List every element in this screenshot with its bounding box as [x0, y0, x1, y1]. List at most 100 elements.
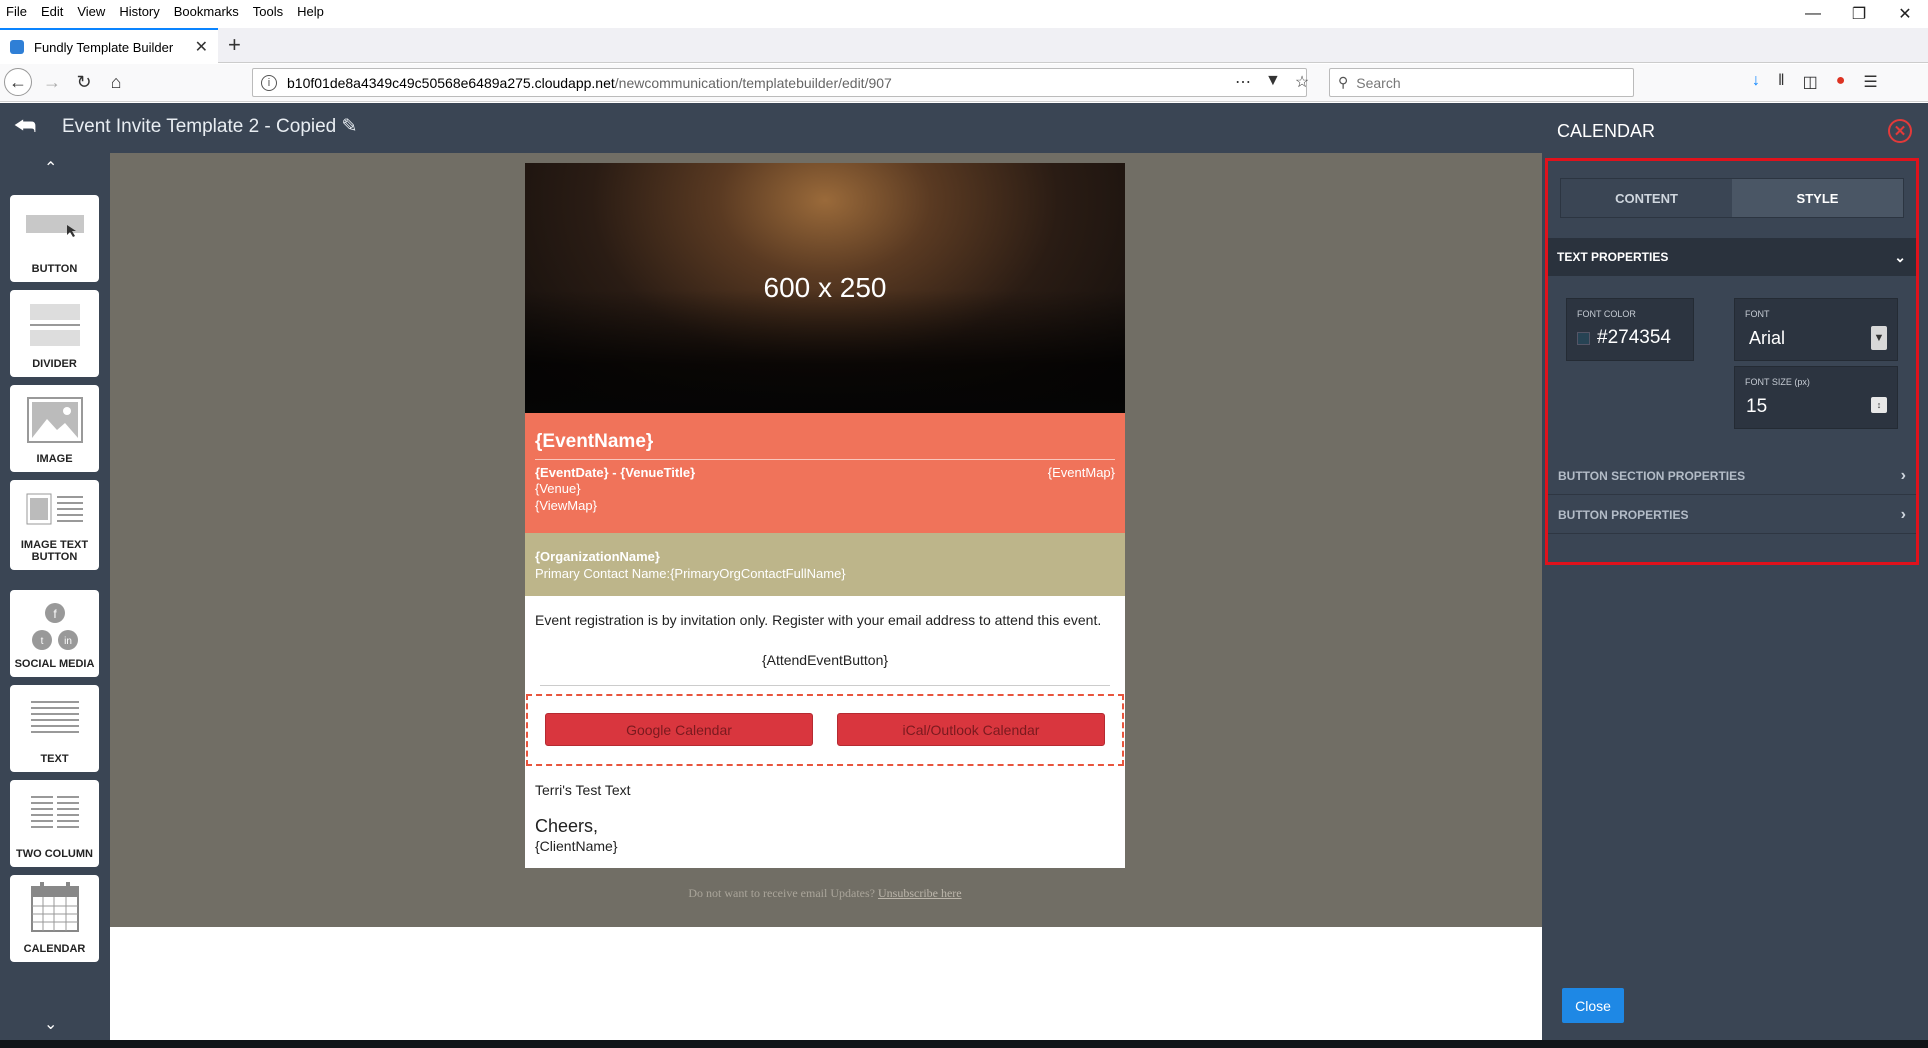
palette-button[interactable]: BUTTON: [10, 195, 99, 282]
palette-label: BUTTON: [31, 263, 78, 275]
chevron-right-icon: ›: [1900, 505, 1906, 523]
url-actions: ⋯ ▼ ☆: [1235, 72, 1309, 92]
close-window-icon[interactable]: ✕: [1882, 0, 1928, 28]
library-icon[interactable]: ‖: [1778, 72, 1785, 92]
favicon-icon: [10, 40, 24, 54]
panel-tabs: CONTENT STYLE: [1560, 178, 1904, 218]
menu-view[interactable]: View: [77, 4, 105, 19]
image-text-button-icon: [26, 493, 83, 525]
url-path: /newcommunication/templatebuilder/edit/9…: [614, 74, 892, 91]
event-name: {EventName}: [535, 431, 1115, 460]
event-venue: {Venue}: [535, 481, 581, 496]
exit-builder-icon[interactable]: ⮪: [8, 112, 42, 142]
close-button[interactable]: Close: [1562, 988, 1624, 1023]
font-color-value: #274354: [1597, 327, 1671, 348]
toolbar-icons: ↓ ‖ ◫ ● ☰: [1752, 72, 1878, 92]
scroll-down-icon[interactable]: ⌄: [44, 1014, 57, 1034]
palette-image-text-button[interactable]: IMAGE TEXT BUTTON: [10, 480, 99, 570]
scroll-up-icon[interactable]: ⌃: [44, 158, 57, 178]
bookmark-star-icon[interactable]: ☆: [1295, 72, 1309, 92]
test-text[interactable]: Terri's Test Text: [535, 782, 631, 798]
os-taskbar: [0, 1040, 1928, 1048]
palette-calendar[interactable]: CALENDAR: [10, 875, 99, 962]
accordion-label: BUTTON SECTION PROPERTIES: [1558, 468, 1746, 483]
url-host: b10f01de8a4349c49c50568e6489a275.cloudap…: [287, 74, 615, 91]
button-properties-accordion[interactable]: BUTTON PROPERTIES ›: [1548, 496, 1916, 534]
stepper-icon[interactable]: ↕: [1871, 397, 1887, 413]
menu-bookmarks[interactable]: Bookmarks: [174, 4, 239, 19]
text-properties-header[interactable]: TEXT PROPERTIES ⌄: [1548, 238, 1916, 276]
palette-two-column[interactable]: TWO COLUMN: [10, 780, 99, 867]
restore-icon[interactable]: ❐: [1836, 0, 1882, 28]
palette-image[interactable]: IMAGE: [10, 385, 99, 472]
font-label: FONT: [1745, 309, 1770, 319]
close-panel-icon[interactable]: ✕: [1888, 119, 1912, 143]
tab-strip: [0, 28, 1928, 63]
palette-label: TWO COLUMN: [16, 848, 93, 860]
canvas-footer-area: [110, 927, 1542, 1040]
closing-cheers[interactable]: Cheers,: [535, 816, 598, 837]
reload-icon[interactable]: ↻: [70, 68, 98, 96]
unsubscribe-link[interactable]: Unsubscribe here: [878, 886, 962, 900]
tab-close-icon[interactable]: ✕: [195, 37, 208, 57]
registration-text[interactable]: Event registration is by invitation only…: [535, 612, 1115, 628]
menu-bar: File Edit View History Bookmarks Tools H…: [0, 0, 1928, 22]
menu-edit[interactable]: Edit: [41, 4, 63, 19]
pocket-icon[interactable]: ▼: [1265, 72, 1281, 92]
url-bar[interactable]: i b10f01de8a4349c49c50568e6489a275.cloud…: [252, 68, 1307, 97]
download-icon[interactable]: ↓: [1752, 72, 1760, 92]
search-icon: ⚲: [1338, 74, 1349, 90]
color-swatch[interactable]: [1577, 332, 1590, 345]
back-arrow-icon[interactable]: ←: [4, 68, 32, 96]
chevron-right-icon: ›: [1900, 466, 1906, 484]
unsubscribe-text: Do not want to receive email Updates?: [688, 886, 875, 900]
event-date-line: {EventDate} - {VenueTitle} {EventMap}: [535, 465, 1115, 480]
dropdown-arrow-icon[interactable]: ▼: [1871, 326, 1887, 350]
menu-help[interactable]: Help: [297, 4, 324, 19]
palette-social-media[interactable]: f t in SOCIAL MEDIA: [10, 590, 99, 677]
button-icon: [25, 215, 84, 237]
svg-text:t: t: [40, 636, 43, 647]
extension-icon[interactable]: ●: [1836, 72, 1846, 92]
organization-block[interactable]: {OrganizationName} Primary Contact Name:…: [525, 533, 1125, 596]
template-title[interactable]: Event Invite Template 2 - Copied ✎: [62, 115, 357, 138]
font-size-field[interactable]: FONT SIZE (px) 15 ↕: [1734, 366, 1898, 429]
palette-text[interactable]: TEXT: [10, 685, 99, 772]
font-size-value: 15: [1746, 396, 1768, 417]
menu-tools[interactable]: Tools: [253, 4, 283, 19]
event-map: {EventMap}: [1047, 465, 1115, 480]
edit-icon[interactable]: ✎: [342, 116, 358, 137]
event-info-block[interactable]: {EventName} {EventDate} - {VenueTitle} {…: [525, 413, 1125, 533]
minimize-icon[interactable]: —: [1790, 0, 1836, 28]
ical-outlook-calendar-button[interactable]: iCal/Outlook Calendar: [837, 713, 1105, 746]
palette-label: IMAGE: [36, 453, 73, 465]
hamburger-menu-icon[interactable]: ☰: [1863, 72, 1877, 92]
text-icon: [30, 701, 79, 733]
search-field[interactable]: ⚲ Search: [1329, 68, 1634, 97]
font-select[interactable]: FONT Arial ▼: [1734, 298, 1898, 361]
new-tab-icon[interactable]: +: [228, 32, 241, 58]
menu-history[interactable]: History: [119, 4, 159, 19]
social-media-icon: ft in: [31, 603, 78, 650]
primary-contact: Primary Contact Name:{PrimaryOrgContactF…: [535, 566, 846, 581]
tab-style[interactable]: STYLE: [1732, 179, 1903, 217]
more-actions-icon[interactable]: ⋯: [1235, 72, 1251, 92]
palette-label: SOCIAL MEDIA: [14, 658, 95, 670]
sidebar-icon[interactable]: ◫: [1803, 72, 1818, 92]
attend-event-button-placeholder[interactable]: {AttendEventButton}: [525, 652, 1125, 668]
menu-file[interactable]: File: [6, 4, 27, 19]
forward-arrow-icon[interactable]: →: [38, 68, 66, 96]
info-icon[interactable]: i: [261, 74, 277, 91]
palette-label: CALENDAR: [23, 943, 86, 955]
tab-content[interactable]: CONTENT: [1561, 179, 1732, 217]
svg-text:in: in: [64, 636, 72, 647]
search-placeholder: Search: [1356, 74, 1401, 91]
home-icon[interactable]: ⌂: [102, 68, 130, 96]
palette-label: TEXT: [40, 753, 69, 765]
browser-tab[interactable]: Fundly Template Builder ✕: [0, 28, 218, 64]
button-section-properties-accordion[interactable]: BUTTON SECTION PROPERTIES ›: [1548, 457, 1916, 495]
font-color-field[interactable]: FONT COLOR #274354: [1566, 298, 1694, 361]
chevron-down-icon: ⌄: [1894, 248, 1906, 265]
palette-divider[interactable]: DIVIDER: [10, 290, 99, 377]
google-calendar-button[interactable]: Google Calendar: [545, 713, 813, 746]
